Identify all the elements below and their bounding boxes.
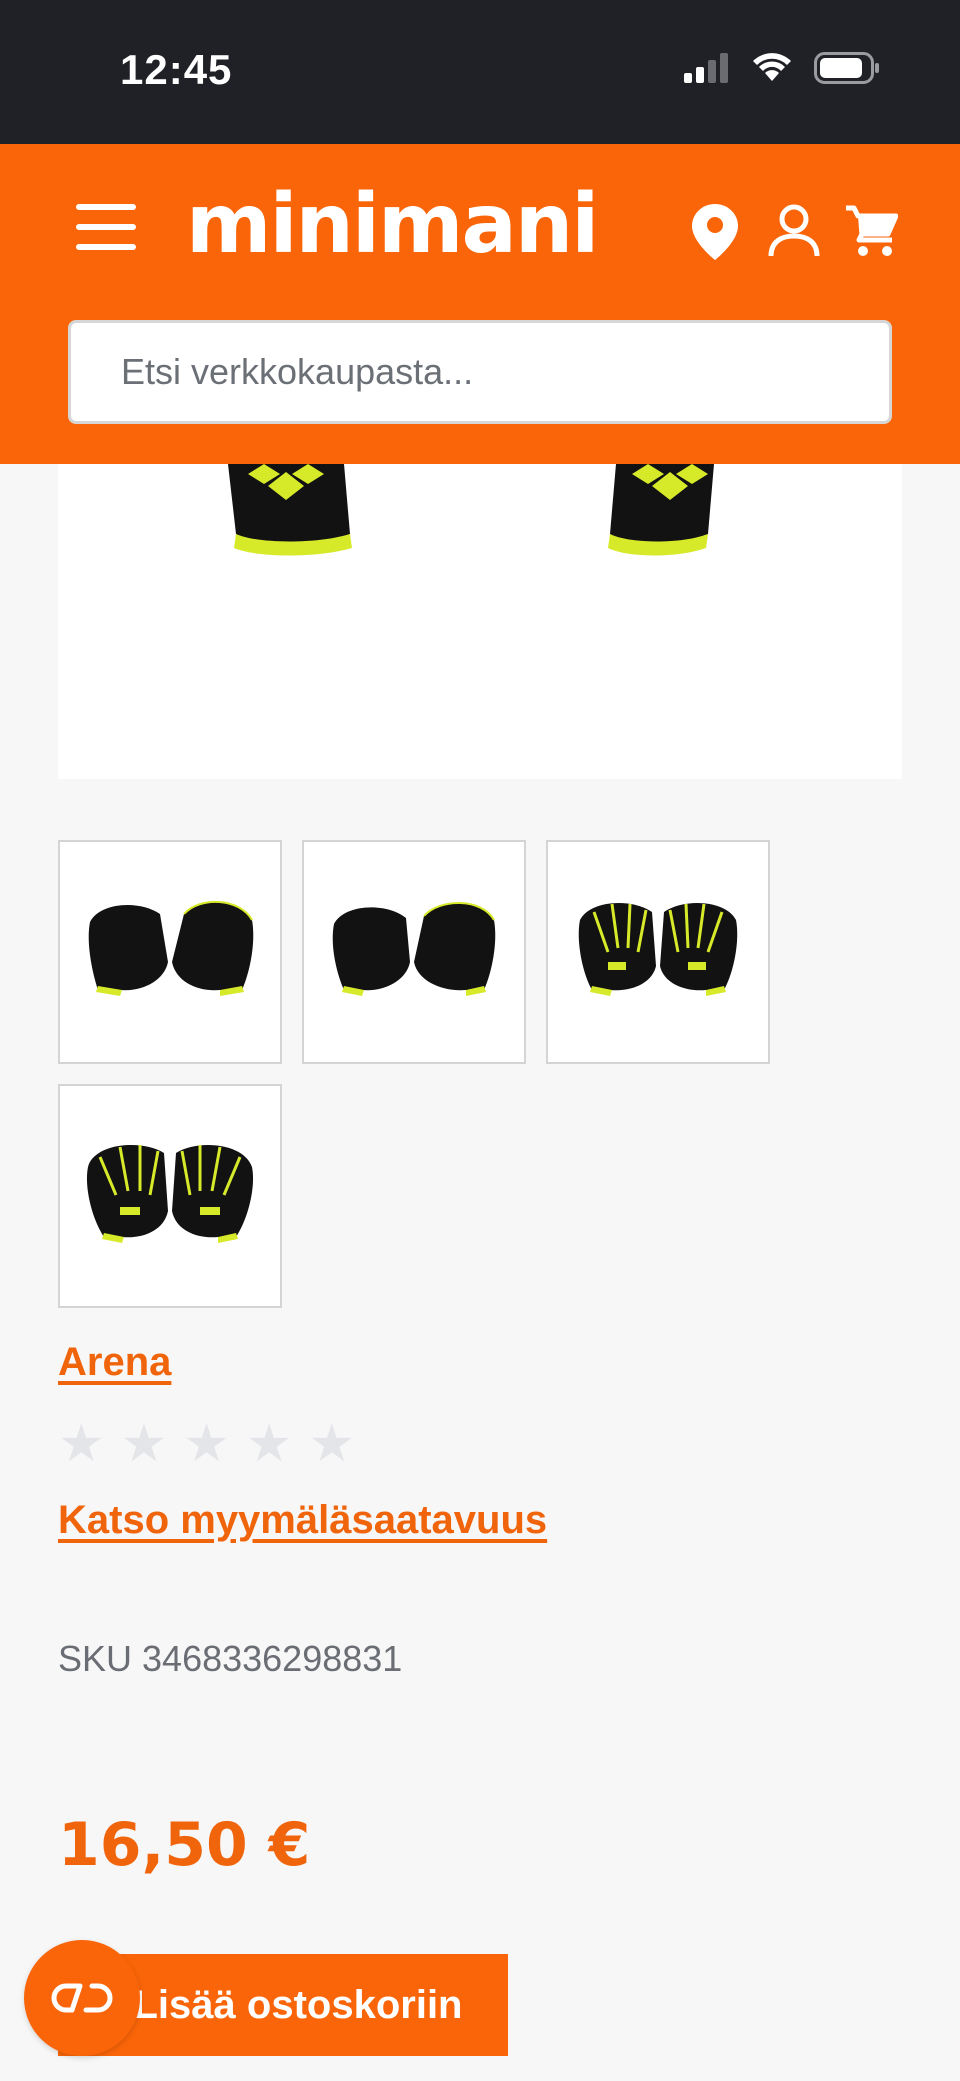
chat-icon (51, 1983, 113, 2013)
location-icon[interactable] (692, 204, 738, 260)
thumbnail-3[interactable] (546, 840, 770, 1064)
store-availability-link[interactable]: Katso myymäläsaatavuus (58, 1498, 547, 1543)
glove-thumb-image (578, 902, 738, 996)
product-main-image[interactable] (58, 464, 902, 779)
star-icon[interactable]: ★ (121, 1418, 168, 1470)
star-icon[interactable]: ★ (58, 1418, 105, 1470)
search-input[interactable] (121, 351, 889, 393)
menu-icon[interactable] (76, 204, 136, 250)
signal-icon (684, 53, 728, 83)
glove-image (228, 464, 714, 556)
battery-icon (814, 52, 879, 84)
glove-thumb-image (332, 902, 496, 996)
thumbnail-1[interactable] (58, 840, 282, 1064)
brand-link[interactable]: Arena (58, 1340, 171, 1385)
status-bar: 12:45 (0, 0, 960, 144)
product-price: 16,50 € (58, 1810, 311, 1880)
glove-thumb-image (88, 901, 254, 996)
site-header: minimani (0, 144, 960, 464)
logo[interactable]: minimani (186, 184, 599, 266)
status-icons (684, 52, 880, 84)
star-icon[interactable]: ★ (309, 1418, 356, 1470)
user-icon[interactable] (768, 204, 820, 258)
star-icon[interactable]: ★ (183, 1418, 230, 1470)
cart-icon[interactable] (846, 204, 898, 258)
rating-stars[interactable]: ★ ★ ★ ★ ★ (58, 1418, 355, 1470)
product-sku: SKU 3468336298831 (58, 1638, 403, 1679)
thumbnail-2[interactable] (302, 840, 526, 1064)
star-icon[interactable]: ★ (246, 1418, 293, 1470)
thumbnail-4[interactable] (58, 1084, 282, 1308)
status-time: 12:45 (120, 46, 233, 93)
search-box[interactable] (68, 320, 892, 424)
chat-button[interactable] (24, 1940, 140, 2056)
glove-thumb-image (86, 1144, 254, 1243)
wifi-icon (753, 53, 791, 81)
